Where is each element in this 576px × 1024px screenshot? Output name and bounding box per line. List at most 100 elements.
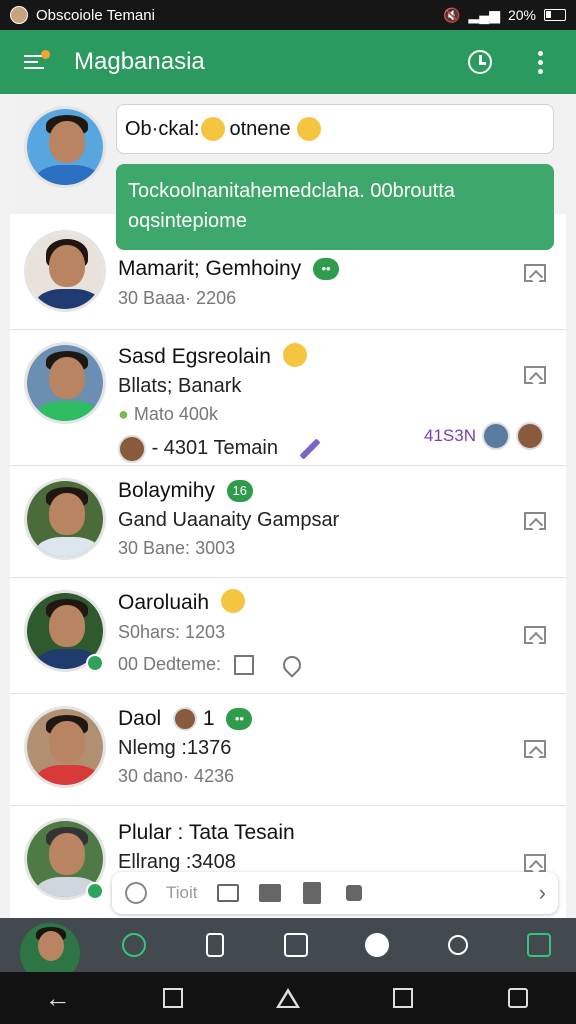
leaf-icon: ● (118, 404, 129, 424)
unread-badge: 16 (226, 480, 253, 502)
nav-refresh[interactable] (107, 920, 161, 970)
bookmark-icon[interactable] (524, 264, 546, 282)
carrier-text: Obscoiole Temani (36, 6, 155, 24)
toolbar-label: Tioit (166, 883, 198, 902)
bookmark-icon[interactable] (524, 854, 546, 872)
crop-icon (162, 988, 183, 1008)
avatar (24, 342, 106, 424)
message-bubble[interactable]: Ob·ckal: otnene (116, 104, 554, 154)
message-text: Ob·ckal: (125, 117, 200, 140)
system-navigation: ← (0, 972, 576, 1024)
pen-icon[interactable] (298, 438, 321, 460)
participants: 41S3N (424, 422, 544, 450)
list-item[interactable]: Oaroluaih S0hars: 1203 00 Dedteme: (10, 578, 566, 694)
image-icon (216, 884, 239, 902)
screenshot-button[interactable] (498, 978, 538, 1018)
wink-emoji-icon (220, 589, 245, 613)
avatar (24, 478, 106, 560)
compose-icon (284, 933, 308, 957)
message-text-tail: otnene (229, 117, 291, 140)
contact-name: Daol 1 •• (118, 704, 253, 734)
menu-button[interactable] (14, 42, 54, 82)
conversation-list: Ob·ckal: otnene Tockoolnanitahemedclaha.… (10, 94, 566, 918)
emoji-button[interactable] (124, 882, 148, 904)
file-button[interactable] (300, 882, 324, 904)
nav-compose[interactable] (269, 920, 323, 970)
nav-chat[interactable] (350, 920, 404, 970)
avatar (24, 106, 106, 188)
home-button[interactable] (268, 978, 308, 1018)
contact-name: Sasd Egsreolain (118, 342, 322, 372)
mini-avatar (482, 422, 510, 450)
recents-alt-button[interactable] (153, 978, 193, 1018)
chevron-right-icon[interactable]: › (539, 880, 546, 906)
smile-emoji-icon (282, 343, 307, 367)
meta-text: 00 Dedteme: (118, 650, 305, 678)
nav-phone[interactable] (188, 920, 242, 970)
meta-text: 30 Baaa· 2206 (118, 288, 237, 308)
wink-emoji-icon (296, 117, 321, 141)
mute-icon: 🔇 (443, 6, 461, 23)
bookmark-icon[interactable] (524, 626, 546, 644)
pin-icon[interactable] (279, 652, 305, 678)
contact-name: Bolaymihy 16 (118, 476, 339, 506)
meta-text: 30 Bane: 3003 (118, 538, 236, 558)
reply-bubble[interactable]: Tockoolnanitahemedclaha. 00broutta oqsin… (116, 164, 554, 250)
clock-icon (468, 50, 492, 74)
camera-button[interactable] (258, 882, 282, 904)
mini-avatar (516, 422, 544, 450)
mini-avatar (118, 434, 146, 463)
online-check-icon (86, 882, 104, 900)
home-icon (275, 988, 300, 1008)
list-item[interactable]: Daol 1 •• Nlemg :1376 30 dano· 4236 (10, 694, 566, 806)
list-item[interactable]: Sasd Egsreolain Bllats; Banark ● Mato 40… (10, 330, 566, 466)
recents-button[interactable] (383, 978, 423, 1018)
signal-icon: ▂▄▆ (468, 6, 500, 23)
bookmark-icon[interactable] (524, 366, 546, 384)
status-badge: •• (313, 258, 340, 280)
camera-icon (258, 884, 281, 902)
history-button[interactable] (458, 40, 502, 84)
square-icon (393, 988, 414, 1008)
edit-icon (527, 933, 551, 957)
extra-line: - 4301 Temain (118, 434, 322, 463)
file-icon (302, 882, 321, 904)
status-bar: Obscoiole Temani 🔇 ▂▄▆ 20% (0, 0, 576, 30)
app-bar: Magbanasia (0, 30, 576, 94)
avatar-icon (10, 6, 28, 24)
meta-text: ● Mato 400k (118, 404, 218, 424)
circle-icon (125, 882, 147, 904)
notification-dot (41, 50, 50, 59)
thumb-icon (345, 885, 362, 901)
search-icon (448, 935, 468, 955)
message-preview: Gand Uaanaity Gampsar (118, 509, 340, 531)
bottom-navigation (0, 918, 576, 983)
nav-search[interactable] (431, 920, 485, 970)
back-button[interactable]: ← (38, 978, 78, 1018)
smile-emoji-icon (201, 117, 226, 141)
avatar (24, 706, 106, 788)
bookmark-icon[interactable] (524, 740, 546, 758)
screenshot-icon (508, 988, 529, 1008)
page-title: Magbanasia (74, 48, 205, 75)
count-text: 41S3N (424, 426, 476, 445)
contact-name: Oaroluaih (118, 588, 301, 618)
mini-avatar (173, 707, 198, 732)
refresh-icon (122, 933, 146, 957)
contact-name: Plular : Tata Tesain (118, 821, 295, 844)
battery-percent: 20% (507, 7, 536, 23)
chat-icon (365, 933, 389, 957)
attach-button[interactable] (216, 882, 240, 904)
floating-toolbar: Tioit › (112, 872, 558, 914)
online-check-icon (86, 654, 104, 672)
meta-text: 30 dano· 4236 (118, 766, 235, 786)
like-button[interactable] (342, 882, 366, 904)
document-icon[interactable] (234, 655, 255, 676)
phone-icon (206, 933, 224, 957)
nav-new-note[interactable] (512, 920, 566, 970)
bookmark-icon[interactable] (524, 512, 546, 530)
list-item[interactable]: Bolaymihy 16 Gand Uaanaity Gampsar 30 Ba… (10, 466, 566, 578)
kebab-icon (537, 50, 543, 74)
message-preview: Bllats; Banark (118, 375, 242, 397)
more-options-button[interactable] (518, 40, 562, 84)
